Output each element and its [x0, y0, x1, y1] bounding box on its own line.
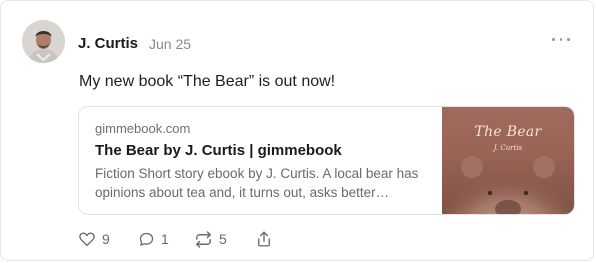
link-description: Fiction Short story ebook by J. Curtis. … — [95, 166, 419, 200]
post-card: J. Curtis Jun 25 My new book “The Bear” … — [0, 0, 594, 261]
comment-button[interactable]: 1 — [138, 229, 169, 249]
restack-count: 5 — [219, 231, 227, 247]
share-icon — [258, 231, 270, 247]
link-domain: gimmebook.com — [95, 121, 191, 136]
author-name[interactable]: J. Curtis — [78, 35, 138, 52]
link-preview-card[interactable]: gimmebook.com The Bear by J. Curtis | gi… — [78, 106, 575, 215]
comment-count: 1 — [161, 231, 169, 247]
share-button[interactable] — [255, 229, 273, 249]
post-text: My new book “The Bear” is out now! — [79, 73, 336, 90]
heart-icon — [79, 232, 95, 247]
avatar[interactable] — [22, 20, 65, 63]
more-icon[interactable] — [551, 32, 571, 46]
cover-author: J. Curtis — [493, 144, 523, 152]
link-preview-text: gimmebook.com The Bear by J. Curtis | gi… — [95, 121, 435, 202]
like-count: 9 — [102, 231, 110, 247]
restack-button[interactable]: 5 — [194, 229, 227, 249]
book-cover-image[interactable]: The Bear J. Curtis — [442, 107, 574, 214]
link-title[interactable]: The Bear by J. Curtis | gimmebook — [95, 141, 435, 161]
like-button[interactable]: 9 — [78, 229, 110, 249]
comment-icon — [139, 232, 154, 246]
post-date[interactable]: Jun 25 — [149, 36, 191, 52]
restack-icon — [196, 230, 211, 248]
cover-title: The Bear — [474, 124, 542, 140]
